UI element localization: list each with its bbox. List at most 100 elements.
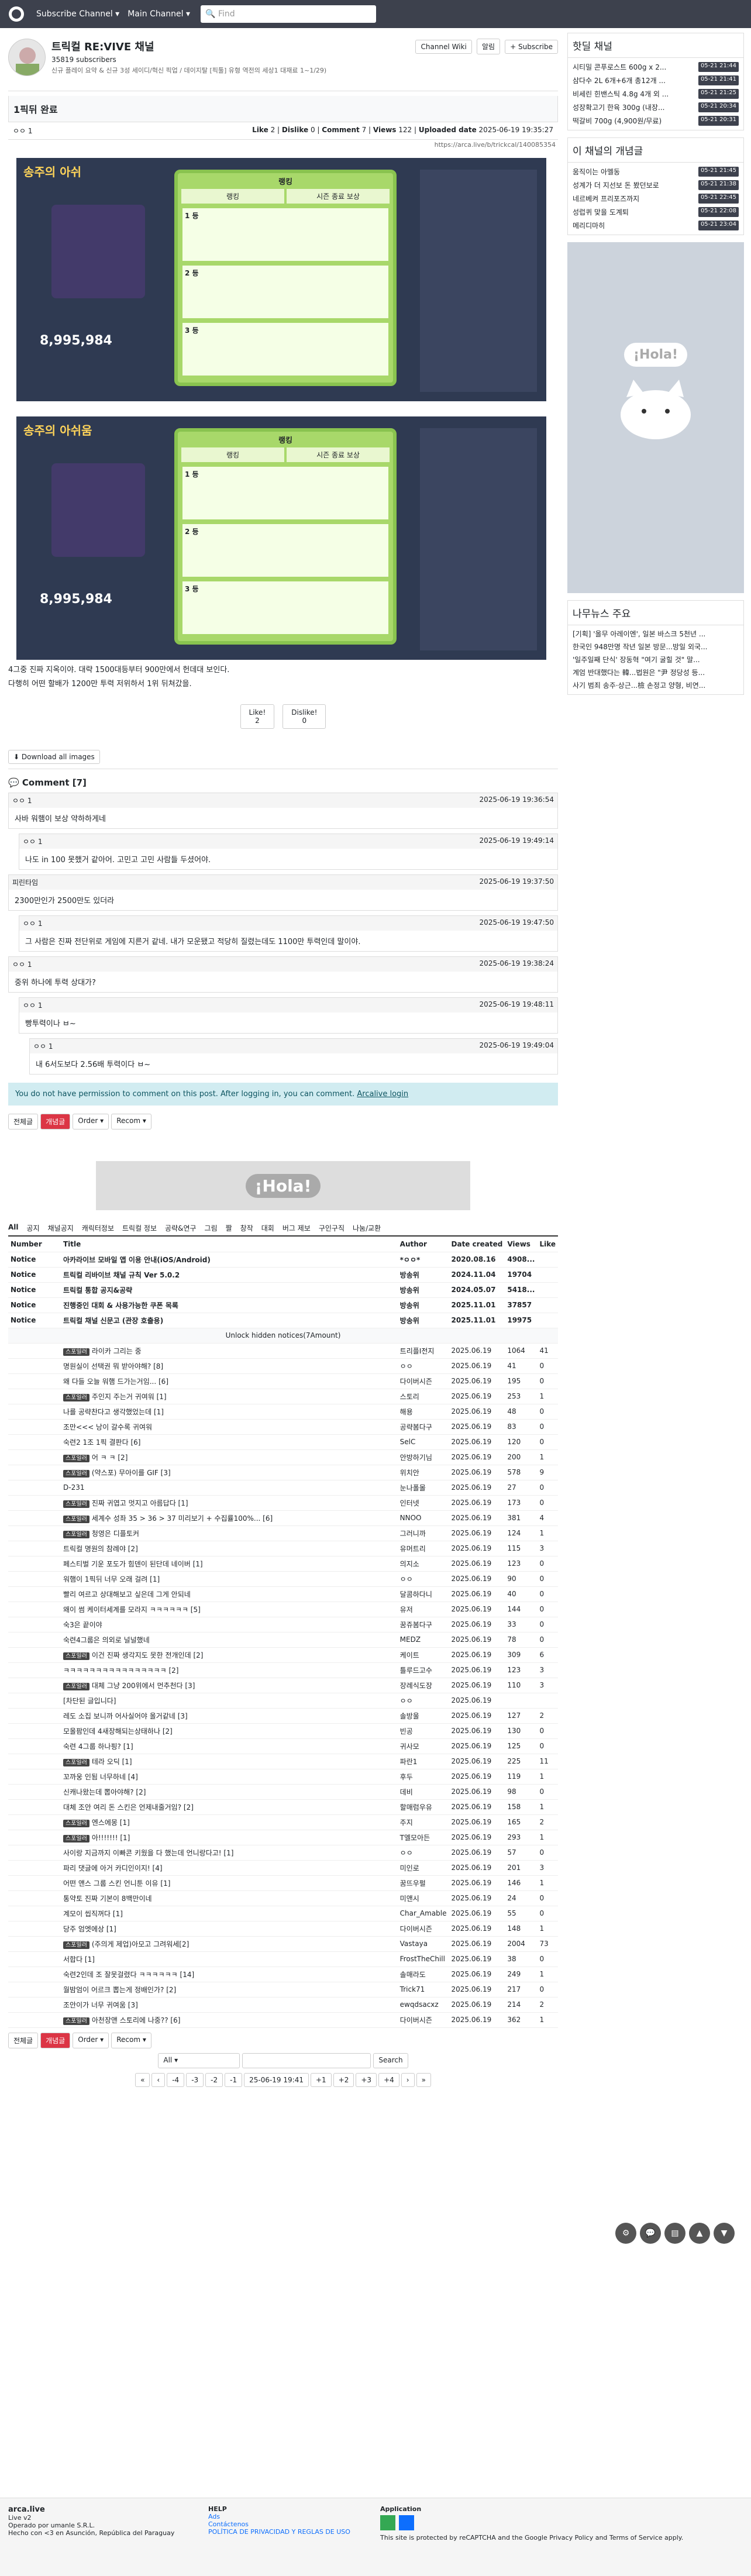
row-title[interactable]: 숙련 4그룹 하나핑? [1]: [63, 1742, 133, 1751]
row-title-cell[interactable]: 사이랑 지금까지 이빠콘 키웠을 다 했는데 언니랑다고! [1]: [61, 1845, 398, 1861]
table-row[interactable]: 신캐나왔는데 뽑아야해? [2] 데비 2025.06.19 98 0: [8, 1784, 558, 1800]
row-title-cell[interactable]: 스포일러 테라 오딕 [1]: [61, 1754, 398, 1769]
row-title-cell[interactable]: 월밤엄이 어르크 뽑는게 정배인가? [2]: [61, 1982, 398, 1998]
table-row[interactable]: 스포일러 세계수 성좌 35 > 36 > 37 미리보기 + 수집률100%..…: [8, 1510, 558, 1526]
tab-meme[interactable]: 짤: [226, 1223, 232, 1233]
table-row[interactable]: 워햄이 1픽뒤 너무 오래 걸려 [1] ㅇㅇ 2025.06.19 90 0: [8, 1571, 558, 1587]
tab-contest[interactable]: 대회: [261, 1223, 274, 1233]
app-store-icon[interactable]: [399, 2515, 414, 2530]
notice-title[interactable]: 트릭컬 채널 신문고 (관장 호출용): [61, 1313, 398, 1328]
unlock-notices-button[interactable]: Unlock hidden notices(7Amount): [8, 1328, 558, 1344]
row-title[interactable]: 청영은 디플토커: [92, 1530, 139, 1538]
table-row[interactable]: 트릭컬 명원의 참례야 [2] 유머트리 2025.06.19 115 3: [8, 1541, 558, 1556]
row-title[interactable]: (약스포) 무아이를 GIF [3]: [92, 1469, 171, 1477]
row-title-cell[interactable]: 모올팜인데 4새장해되는상태하나 [2]: [61, 1723, 398, 1739]
page-link[interactable]: »: [416, 2072, 431, 2087]
row-title-cell[interactable]: 빨리 여르고 상대해보고 싶은데 그게 안되네: [61, 1586, 398, 1602]
item-title[interactable]: 비세린 힌밴스틱 4.8g 4개 외 ...: [573, 89, 669, 99]
main-channel-menu[interactable]: Main Channel ▾: [128, 9, 190, 19]
row-title-cell[interactable]: 페스티벌 기운 포도가 힘덴이 된단데 네이버 [1]: [61, 1556, 398, 1572]
row-title[interactable]: (주의게 제업)아모고 그려워세[2]: [92, 1940, 189, 1948]
settings-fab-icon[interactable]: ⚙: [615, 2223, 636, 2244]
tab-info[interactable]: 트릭컬 정보: [122, 1223, 157, 1233]
post-author[interactable]: ㅇㅇ 1: [13, 126, 33, 136]
table-row[interactable]: 숙3은 끝이야 꿈쥬봄다구 2025.06.19 33 0: [8, 1617, 558, 1633]
row-title[interactable]: 숙련2인데 조 잘못걸렸다 ㅋㅋㅋㅋㅋㅋ [14]: [63, 1971, 194, 1979]
row-title-cell[interactable]: 스포일러 진짜 귀엽고 멋지고 아름답다 [1]: [61, 1495, 398, 1511]
row-title[interactable]: 숙련2 1조 1픽 결판다 [6]: [63, 1438, 140, 1447]
row-title[interactable]: 대체 조안 여리 돈 스킨은 언제내줄거임? [2]: [63, 1803, 194, 1812]
table-row[interactable]: 명원실이 선택권 뭐 받아야해? [8] ㅇㅇ 2025.06.19 41 0: [8, 1358, 558, 1374]
all-posts-button[interactable]: 전체글: [8, 1114, 39, 1129]
download-all-images-button[interactable]: ⬇ Download all images: [8, 750, 100, 764]
row-title[interactable]: 당주 엄엣에상 [1]: [63, 1925, 116, 1933]
page-link[interactable]: -2: [205, 2072, 223, 2087]
page-link[interactable]: «: [135, 2072, 150, 2087]
table-row[interactable]: 스포일러 테라 오딕 [1] 파란1 2025.06.19 225 11: [8, 1754, 558, 1769]
row-title-cell[interactable]: 어떤 앤스 그룹 스킨 언니툰 이유 [1]: [61, 1875, 398, 1891]
row-title-cell[interactable]: 스포일러 (약스포) 무아이를 GIF [3]: [61, 1465, 398, 1480]
hotdeal-item[interactable]: 삼다수 2L 6개+6개 총12개 ... 05-21 21:41: [568, 74, 743, 87]
tab-recruit[interactable]: 구인구직: [319, 1223, 345, 1233]
table-row[interactable]: 스포일러 진짜 귀엽고 멋지고 아름답다 [1] 인터넷 2025.06.19 173 0: [8, 1495, 558, 1511]
row-title[interactable]: 트릭컬 명원의 참례야 [2]: [63, 1545, 138, 1553]
table-row[interactable]: 서합다 [1] FrostTheChill 2025.06.19 38 0: [8, 1951, 558, 1967]
table-row[interactable]: 왜 다들 오늘 워햄 드가는거임... [6] 다이버시즌 2025.06.19 19…: [8, 1373, 558, 1389]
row-title-cell[interactable]: 스포일러 어 ㅋ ㅋ [2]: [61, 1449, 398, 1465]
table-row[interactable]: 스포일러 아!!!!!!! [1] T엘모아든 2025.06.19 293 1: [8, 1830, 558, 1845]
row-title-cell[interactable]: 스포일러 이건 진짜 생각지도 못한 전개인데 [2]: [61, 1647, 398, 1663]
row-title[interactable]: 아천장앤 스토리에 나중?? [6]: [92, 2016, 181, 2024]
page-link[interactable]: 25-06-19 19:41: [244, 2072, 309, 2087]
page-link[interactable]: +4: [378, 2072, 399, 2087]
tab-ranking[interactable]: 랭킹: [181, 189, 284, 204]
tab-all[interactable]: All: [8, 1223, 19, 1233]
row-title[interactable]: ㅋㅋㅋㅋㅋㅋㅋㅋㅋㅋㅋㅋㅋㅋㅋㅋ [2]: [63, 1666, 178, 1675]
order-select[interactable]: Order ▾: [73, 1114, 109, 1129]
table-row[interactable]: 어떤 앤스 그룹 스킨 언니툰 이유 [1] 꿈뜨우펄 2025.06.19 146 1: [8, 1875, 558, 1891]
notice-row[interactable]: Notice 진행중인 대회 & 사용가능한 쿠폰 목록 방송위 2025.11.01…: [8, 1297, 558, 1313]
tab-creation[interactable]: 창작: [240, 1223, 253, 1233]
notice-button[interactable]: 알림: [476, 39, 501, 54]
table-row[interactable]: 월밤엄이 어르크 뽑는게 정배인가? [2] Trick71 2025.06.19 2…: [8, 1982, 558, 1998]
row-title[interactable]: 숙3은 끝이야: [63, 1621, 102, 1629]
list-fab-icon[interactable]: ▤: [664, 2223, 685, 2244]
row-title[interactable]: 신캐나왔는데 뽑아야해? [2]: [63, 1788, 146, 1796]
table-row[interactable]: 페스티벌 기운 포도가 힘덴이 된단데 네이버 [1] 의지소 2025.06.19…: [8, 1556, 558, 1572]
row-title-cell[interactable]: 통약토 진짜 기본이 8백만이네: [61, 1890, 398, 1906]
order-select[interactable]: Order ▾: [73, 2032, 109, 2048]
row-title-cell[interactable]: 스포일러 세계수 성좌 35 > 36 > 37 미리보기 + 수집률100%..…: [61, 1510, 398, 1526]
item-title[interactable]: 시티밀 콘푸로스트 600g x 2...: [573, 62, 666, 72]
item-title[interactable]: 움직이는 아멜동: [573, 167, 620, 177]
login-link[interactable]: Arcalive login: [357, 1090, 408, 1098]
table-row[interactable]: 모올팜인데 4새장해되는상태하나 [2] 빈공 2025.06.19 130 0: [8, 1723, 558, 1739]
row-title-cell[interactable]: 명원실이 선택권 뭐 받아야해? [8]: [61, 1358, 398, 1374]
row-title-cell[interactable]: 스포일러 대체 그냥 200위에서 먼추천다 [3]: [61, 1678, 398, 1693]
row-title[interactable]: 조만<<< 낭이 갈수록 귀여워: [63, 1423, 152, 1431]
table-row[interactable]: 스포일러 (주의게 제업)아모고 그려워세[2] Vastaya 2025.06.19…: [8, 1936, 558, 1952]
table-row[interactable]: 스포일러 대체 그냥 200위에서 먼추천다 [3] 장례식도장 2025.06.19…: [8, 1678, 558, 1693]
table-row[interactable]: 스포일러 엔스에몽 [1] 주지 2025.06.19 165 2: [8, 1814, 558, 1830]
row-title[interactable]: 꼬까웅 인됨 너무하네 [4]: [63, 1773, 138, 1781]
item-title[interactable]: 성장확고기 한육 300g (내장...: [573, 102, 664, 112]
page-link[interactable]: -1: [225, 2072, 243, 2087]
row-title-cell[interactable]: 워햄이 1픽뒤 너무 오래 걸려 [1]: [61, 1571, 398, 1587]
row-title-cell[interactable]: 스포일러 청영은 디플토커: [61, 1525, 398, 1541]
table-row[interactable]: 조안이가 너무 귀여움 [3] ewqdsacxz 2025.06.19 214 2: [8, 1997, 558, 2013]
news-item[interactable]: 사기 범죄 송주·상근...檢 손정고 양형, 비연...: [573, 679, 739, 692]
recom-select[interactable]: Recom ▾: [111, 1114, 151, 1129]
item-title[interactable]: 삼다수 2L 6개+6개 총12개 ...: [573, 75, 666, 85]
table-row[interactable]: 빨리 여르고 상대해보고 싶은데 그게 안되네 달콤하다니 2025.06.19 40…: [8, 1586, 558, 1602]
row-title-cell[interactable]: 나를 공략찬다고 생각했었는데 [1]: [61, 1404, 398, 1420]
page-link[interactable]: ›: [401, 2072, 415, 2087]
row-title[interactable]: 빨리 여르고 상대해보고 싶은데 그게 안되네: [63, 1590, 191, 1599]
channel-avatar[interactable]: [8, 39, 46, 76]
best-item[interactable]: 움직이는 아멜동 05-21 21:45: [568, 165, 743, 178]
row-title[interactable]: 월밤엄이 어르크 뽑는게 정배인가? [2]: [63, 1986, 176, 1994]
tab-character[interactable]: 캐릭터정보: [82, 1223, 114, 1233]
page-link[interactable]: +3: [356, 2072, 377, 2087]
row-title-cell[interactable]: 레도 소집 보니까 어사실어야 올거같네 [3]: [61, 1708, 398, 1724]
search-filter-select[interactable]: All ▾: [158, 2052, 240, 2068]
footer-brand[interactable]: arca.live: [8, 2505, 174, 2514]
notice-title[interactable]: 아카라이브 모바일 앱 이용 안내(iOS/Android): [61, 1252, 398, 1268]
row-title-cell[interactable]: 스포일러 라이카 그리는 중: [61, 1343, 398, 1359]
